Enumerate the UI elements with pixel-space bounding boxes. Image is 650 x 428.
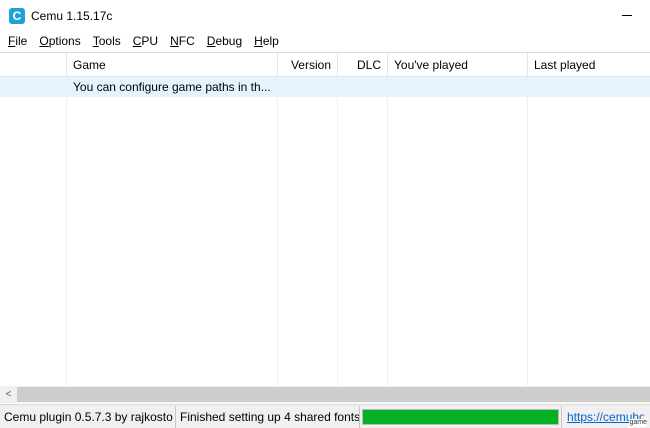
table-row[interactable]: You can configure game paths in th...: [0, 77, 650, 97]
game-list[interactable]: Game Version DLC You've played Last play…: [0, 52, 650, 386]
menu-help[interactable]: Help: [248, 31, 285, 51]
row-version-cell: [278, 77, 338, 97]
menu-bar: File Options Tools CPU NFC Debug Help: [0, 31, 650, 51]
status-bar: Cemu plugin 0.5.7.3 by rajkosto Finished…: [0, 404, 650, 428]
status-message: Finished setting up 4 shared fonts: [176, 405, 360, 428]
column-header-game[interactable]: Game: [67, 53, 278, 77]
cemu-app-icon: C: [9, 7, 25, 24]
row-dlc-cell: [338, 77, 388, 97]
horizontal-scrollbar[interactable]: <: [0, 386, 650, 403]
menu-file[interactable]: File: [0, 31, 33, 51]
menu-tools[interactable]: Tools: [87, 31, 127, 51]
menu-options[interactable]: Options: [33, 31, 86, 51]
progress-fill: [363, 409, 558, 424]
menu-nfc[interactable]: NFC: [164, 31, 201, 51]
font-progress-bar: [360, 405, 562, 428]
window-title: Cemu 1.15.17c: [31, 8, 113, 23]
row-game-cell: You can configure game paths in th...: [73, 80, 271, 94]
minimize-button[interactable]: [604, 0, 650, 31]
column-header-dlc[interactable]: DLC: [338, 53, 388, 77]
column-header-icon[interactable]: [0, 53, 67, 77]
menu-cpu[interactable]: CPU: [127, 31, 164, 51]
menu-debug[interactable]: Debug: [201, 31, 248, 51]
row-played-cell: [388, 77, 528, 97]
progress-track: [362, 408, 559, 425]
grid-lines: [0, 77, 650, 386]
resize-grip-label: game: [629, 419, 647, 427]
row-last-played-cell: [528, 77, 650, 97]
column-header-last-played[interactable]: Last played: [528, 53, 650, 77]
column-header-version[interactable]: Version: [278, 53, 338, 77]
column-header-row: Game Version DLC You've played Last play…: [0, 53, 650, 77]
status-plugin-text: Cemu plugin 0.5.7.3 by rajkosto: [0, 405, 176, 428]
minimize-icon: [622, 15, 632, 16]
scrollbar-thumb[interactable]: [17, 387, 650, 402]
column-header-youve-played[interactable]: You've played: [388, 53, 528, 77]
scroll-left-arrow-icon[interactable]: <: [0, 386, 17, 403]
title-bar: C Cemu 1.15.17c: [0, 0, 650, 31]
row-icon-cell: [0, 77, 67, 97]
